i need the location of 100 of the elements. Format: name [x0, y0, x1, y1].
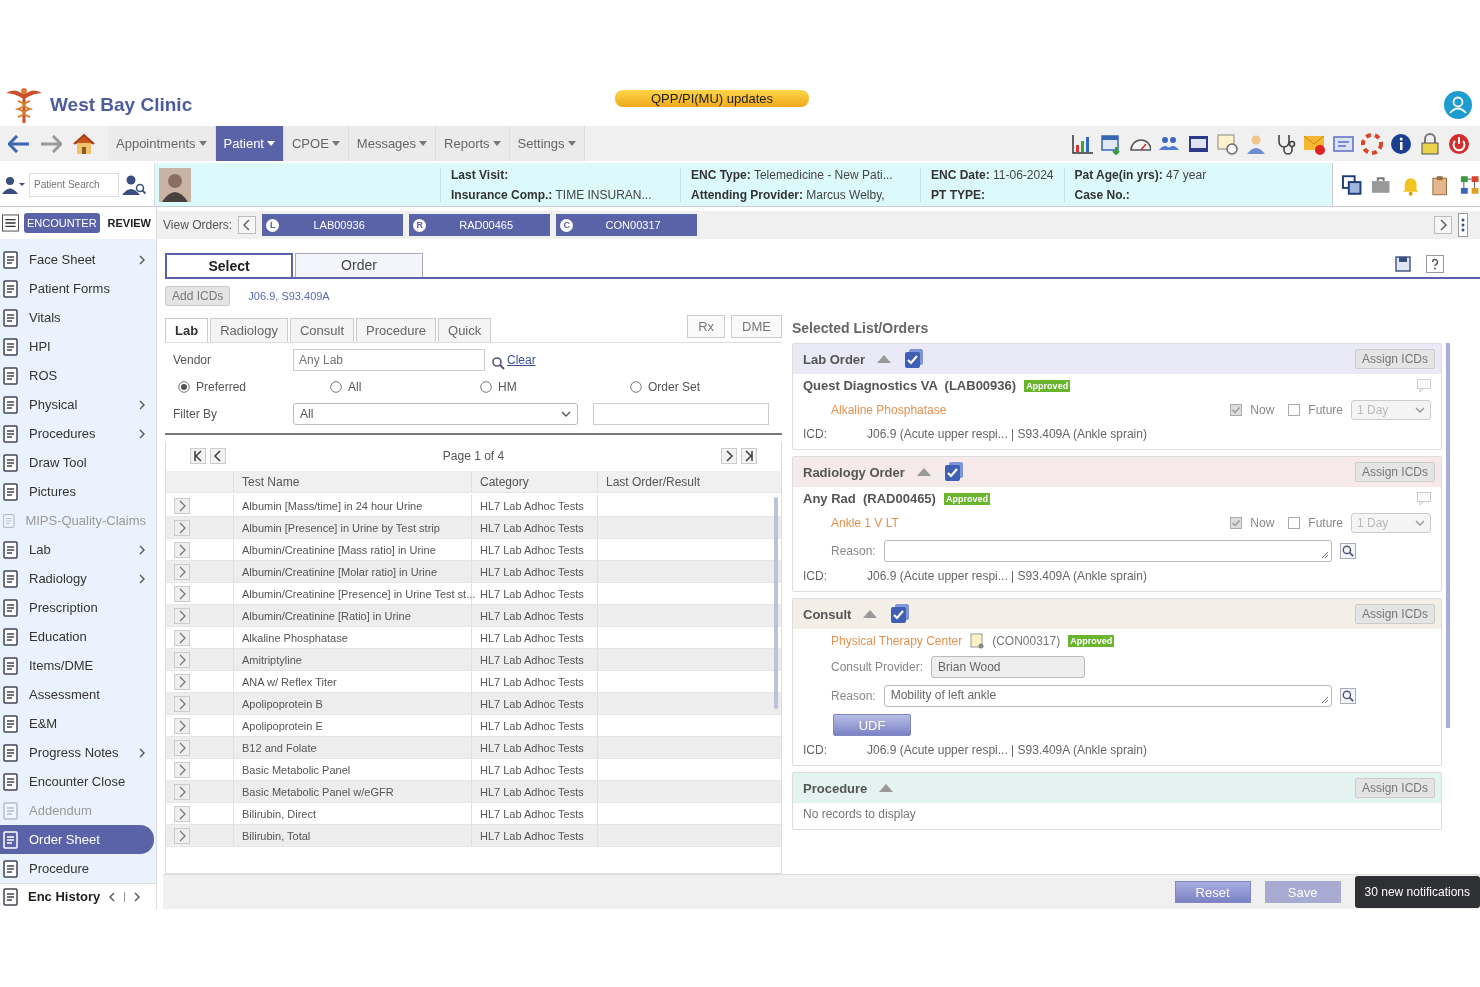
user-avatar-icon[interactable]	[1444, 91, 1472, 119]
scrollbar[interactable]	[774, 497, 778, 709]
expand-row-icon[interactable]	[174, 783, 190, 800]
collapse-icon[interactable]	[877, 355, 892, 363]
menu-tab[interactable]: Patient	[215, 126, 284, 161]
sidebar-item[interactable]: Lab	[0, 535, 156, 564]
collapse-icon[interactable]	[879, 784, 894, 792]
assign-icds-button[interactable]: Assign ICDs	[1354, 349, 1435, 369]
user-search-icon[interactable]	[122, 173, 146, 196]
first-page-icon[interactable]	[190, 448, 206, 464]
help-icon[interactable]	[1426, 255, 1444, 273]
view-tab[interactable]: Select	[165, 253, 293, 277]
menu-icon[interactable]	[2, 213, 19, 233]
check-document-icon[interactable]	[903, 348, 926, 370]
checkbox[interactable]	[1230, 517, 1243, 529]
search-icon[interactable]	[491, 356, 505, 370]
order-type-tab[interactable]: Procedure	[356, 318, 436, 342]
assign-icds-button[interactable]: Assign ICDs	[1354, 778, 1435, 798]
clear-link[interactable]: Clear	[507, 353, 536, 367]
search-icon[interactable]	[1339, 688, 1356, 704]
sidebar-item[interactable]: Order Sheet	[0, 825, 154, 854]
home-icon[interactable]	[72, 132, 96, 155]
expand-row-icon[interactable]	[174, 585, 190, 602]
assign-icds-button[interactable]: Assign ICDs	[1354, 462, 1435, 482]
scrollbar[interactable]	[1446, 343, 1450, 728]
sidebar-item[interactable]: Procedure	[0, 854, 156, 883]
order-chip[interactable]: R RAD00465	[409, 214, 551, 236]
radio-button[interactable]	[330, 381, 342, 393]
expand-row-icon[interactable]	[174, 497, 190, 514]
menu-tab[interactable]: CPOE	[284, 126, 349, 161]
last-page-icon[interactable]	[741, 448, 757, 464]
radio-button[interactable]	[178, 381, 190, 393]
check-document-icon[interactable]	[942, 461, 965, 483]
info-icon[interactable]	[1390, 132, 1412, 155]
filter-dropdown[interactable]: All	[293, 403, 578, 425]
windows-icon[interactable]	[1341, 173, 1363, 196]
lock-icon[interactable]	[1419, 132, 1441, 155]
expand-row-icon[interactable]	[174, 607, 190, 624]
scroll-left-icon[interactable]	[238, 216, 257, 234]
expand-row-icon[interactable]	[174, 651, 190, 668]
expand-row-icon[interactable]	[174, 805, 190, 822]
chevron-right-icon[interactable]	[124, 891, 142, 902]
view-tab[interactable]: Order	[295, 253, 423, 277]
order-chip[interactable]: L LAB00936	[262, 214, 404, 236]
order-button[interactable]: Rx	[687, 315, 726, 338]
expand-row-icon[interactable]	[174, 695, 190, 712]
expand-row-icon[interactable]	[174, 739, 190, 756]
radio-button[interactable]	[480, 381, 492, 393]
add-icds-button[interactable]: Add ICDs	[165, 286, 231, 306]
expand-row-icon[interactable]	[174, 761, 190, 778]
patient-search-field[interactable]: Patient Search	[29, 172, 119, 197]
collapse-icon[interactable]	[863, 610, 878, 618]
chevron-left-icon[interactable]	[108, 891, 117, 902]
sidebar-item[interactable]: Patient Forms	[0, 274, 156, 303]
save-icon[interactable]	[1394, 255, 1412, 273]
collapse-icon[interactable]	[916, 468, 931, 476]
search-icon[interactable]	[1339, 543, 1356, 559]
sidebar-item[interactable]: ROS	[0, 361, 156, 390]
updates-banner[interactable]: QPP/PI(MU) updates	[615, 90, 809, 107]
note-icon[interactable]	[970, 633, 985, 649]
sidebar-item[interactable]: E&M	[0, 709, 156, 738]
sidebar-item[interactable]: Vitals	[0, 303, 156, 332]
expand-row-icon[interactable]	[174, 827, 190, 844]
sidebar-item[interactable]: Face Sheet	[0, 245, 156, 274]
menu-tab[interactable]: Reports	[436, 126, 510, 161]
sidebar-item[interactable]: Encounter Close	[0, 767, 156, 796]
menu-tab[interactable]: Appointments	[108, 126, 216, 161]
reason-field[interactable]: Mobility of left ankle	[883, 685, 1332, 707]
notification-toast[interactable]: 30 new notifications	[1354, 876, 1480, 908]
assign-icds-button[interactable]: Assign ICDs	[1354, 604, 1435, 624]
back-arrow-icon[interactable]	[8, 134, 30, 153]
sidebar-item[interactable]: Prescription	[0, 593, 156, 622]
order-chip[interactable]: C CON00317	[556, 214, 698, 236]
sidebar-item[interactable]: Assessment	[0, 680, 156, 709]
sidebar-item[interactable]: HPI	[0, 332, 156, 361]
sidebar-item[interactable]: Procedures	[0, 419, 156, 448]
filter-text-field[interactable]	[593, 403, 769, 425]
sidebar-item[interactable]: Items/DME	[0, 651, 156, 680]
reason-field[interactable]	[883, 540, 1332, 562]
order-type-tab[interactable]: Quick	[438, 318, 492, 342]
expand-row-icon[interactable]	[174, 717, 190, 734]
order-type-tab[interactable]: Consult	[289, 318, 355, 342]
order-button[interactable]: DME	[731, 315, 782, 338]
sidebar-item[interactable]: Progress Notes	[0, 738, 156, 767]
checkbox[interactable]	[1230, 404, 1243, 416]
expand-row-icon[interactable]	[174, 519, 190, 536]
expand-row-icon[interactable]	[174, 563, 190, 580]
expand-row-icon[interactable]	[174, 673, 190, 690]
lifebuoy-icon[interactable]	[1361, 132, 1383, 155]
forward-arrow-icon[interactable]	[40, 134, 62, 153]
expand-row-icon[interactable]	[174, 541, 190, 558]
check-document-icon[interactable]	[889, 603, 912, 625]
order-type-tab[interactable]: Lab	[165, 318, 209, 342]
order-type-tab[interactable]: Radiology	[210, 318, 288, 342]
sidebar-item[interactable]: Physical	[0, 390, 156, 419]
vendor-field[interactable]: Any Lab	[293, 349, 485, 371]
bar-chart-icon[interactable]	[1071, 132, 1093, 155]
sidebar-item[interactable]: Radiology	[0, 564, 156, 593]
expand-row-icon[interactable]	[174, 629, 190, 646]
sitemap-icon[interactable]	[1458, 173, 1480, 196]
